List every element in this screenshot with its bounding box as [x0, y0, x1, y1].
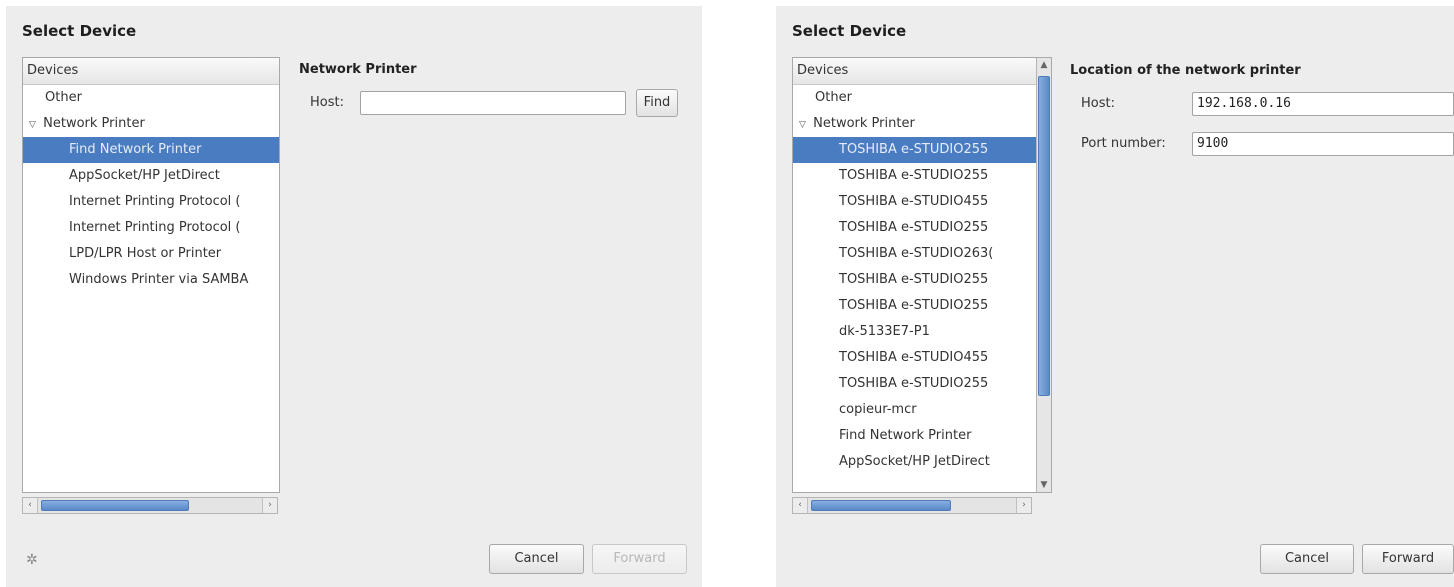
tree-row-label: AppSocket/HP JetDirect [69, 168, 220, 183]
scroll-right-icon[interactable]: › [262, 498, 277, 513]
tree-row-label: LPD/LPR Host or Printer [69, 246, 222, 261]
tree-row[interactable]: AppSocket/HP JetDirect [23, 163, 279, 189]
select-device-dialog-left: Select Device Devices Other ▽ Network Pri… [6, 6, 702, 587]
vertical-scrollbar[interactable]: ▲ ▼ [1036, 58, 1051, 492]
tree-row[interactable]: Other [793, 85, 1036, 111]
tree-row-label: TOSHIBA e-STUDIO255 [839, 272, 989, 287]
tree-row-label: TOSHIBA e-STUDIO455 [839, 194, 989, 209]
tree-row-label: Other [815, 90, 852, 105]
tree-row-label: TOSHIBA e-STUDIO263( [839, 246, 994, 261]
host-input[interactable]: 192.168.0.16 [1192, 92, 1454, 116]
tree-row-label: Network Printer [43, 116, 145, 131]
expander-icon[interactable]: ▽ [799, 112, 809, 137]
devices-column-header[interactable]: Devices [793, 58, 1036, 85]
devices-tree[interactable]: Devices Other ▽ Network Printer Find Netwo… [22, 57, 280, 493]
scroll-thumb[interactable] [811, 500, 951, 511]
scroll-left-icon[interactable]: ‹ [23, 498, 38, 513]
tree-row-label: AppSocket/HP JetDirect [839, 454, 990, 469]
tree-row-label: Internet Printing Protocol ( [69, 194, 241, 209]
tree-row[interactable]: Windows Printer via SAMBA [23, 267, 279, 293]
select-device-dialog-right: Select Device Devices ▲ ▼ Other ▽ Network… [776, 6, 1454, 587]
tree-row[interactable]: dk-5133E7-P1 [793, 319, 1036, 345]
tree-row[interactable]: Find Network Printer [793, 423, 1036, 449]
tree-row[interactable]: TOSHIBA e-STUDIO255 [793, 215, 1036, 241]
dialog-title: Select Device [792, 22, 907, 40]
devices-tree[interactable]: Devices ▲ ▼ Other ▽ Network Printer TOSHIB… [792, 57, 1052, 493]
host-label: Host: [310, 95, 344, 110]
scroll-right-icon[interactable]: › [1016, 498, 1031, 513]
tree-row[interactable]: TOSHIBA e-STUDIO255 [793, 163, 1036, 189]
tree-row[interactable]: TOSHIBA e-STUDIO455 [793, 189, 1036, 215]
tree-row-label: TOSHIBA e-STUDIO255 [839, 142, 989, 157]
cancel-button[interactable]: Cancel [1260, 544, 1354, 574]
horizontal-scrollbar[interactable]: ‹ › [792, 497, 1032, 514]
tree-row-label: copieur-mcr [839, 402, 917, 417]
forward-button[interactable]: Forward [592, 544, 687, 574]
dialog-title: Select Device [22, 22, 137, 40]
tree-row-label: Network Printer [813, 116, 915, 131]
host-input[interactable] [360, 91, 626, 115]
tree-row-label: Windows Printer via SAMBA [69, 272, 249, 287]
forward-button[interactable]: Forward [1362, 544, 1454, 574]
devices-column-header[interactable]: Devices [23, 58, 279, 85]
tree-row-label: TOSHIBA e-STUDIO255 [839, 376, 989, 391]
tree-row-label: TOSHIBA e-STUDIO255 [839, 168, 989, 183]
tree-row[interactable]: LPD/LPR Host or Printer [23, 241, 279, 267]
tree-row[interactable]: TOSHIBA e-STUDIO255 [793, 293, 1036, 319]
tree-row[interactable]: Internet Printing Protocol ( [23, 215, 279, 241]
tree-row-label: Internet Printing Protocol ( [69, 220, 241, 235]
scroll-down-icon[interactable]: ▼ [1037, 478, 1051, 492]
scroll-thumb[interactable] [41, 500, 189, 511]
tree-row[interactable]: TOSHIBA e-STUDIO255 [793, 137, 1036, 163]
tree-row-label: Other [45, 90, 82, 105]
section-title: Location of the network printer [1070, 63, 1301, 78]
tree-row[interactable]: Find Network Printer [23, 137, 279, 163]
expander-icon[interactable]: ▽ [29, 112, 39, 137]
tree-row-label: TOSHIBA e-STUDIO455 [839, 350, 989, 365]
tree-row[interactable]: Other [23, 85, 279, 111]
section-title: Network Printer [299, 62, 417, 77]
scroll-up-icon[interactable]: ▲ [1037, 58, 1051, 72]
port-number-input[interactable]: 9100 [1192, 132, 1454, 156]
tree-row[interactable]: copieur-mcr [793, 397, 1036, 423]
tree-row-label: TOSHIBA e-STUDIO255 [839, 298, 989, 313]
horizontal-scrollbar[interactable]: ‹ › [22, 497, 278, 514]
scroll-left-icon[interactable]: ‹ [793, 498, 808, 513]
cancel-button[interactable]: Cancel [489, 544, 584, 574]
tree-row[interactable]: ▽ Network Printer [793, 111, 1036, 137]
scroll-thumb[interactable] [1038, 76, 1050, 396]
host-label: Host: [1081, 96, 1115, 111]
tree-row[interactable]: ▽ Network Printer [23, 111, 279, 137]
port-number-label: Port number: [1081, 136, 1166, 151]
tree-row[interactable]: AppSocket/HP JetDirect [793, 449, 1036, 475]
tree-row-label: dk-5133E7-P1 [839, 324, 930, 339]
tree-row[interactable]: Internet Printing Protocol ( [23, 189, 279, 215]
tree-row[interactable]: TOSHIBA e-STUDIO255 [793, 267, 1036, 293]
tree-row[interactable]: TOSHIBA e-STUDIO255 [793, 371, 1036, 397]
find-button[interactable]: Find [636, 89, 678, 117]
tree-row-label: Find Network Printer [839, 428, 972, 443]
tree-row[interactable]: TOSHIBA e-STUDIO455 [793, 345, 1036, 371]
tree-row[interactable]: TOSHIBA e-STUDIO263( [793, 241, 1036, 267]
spinner-icon: ✲ [26, 552, 38, 568]
tree-row-label: TOSHIBA e-STUDIO255 [839, 220, 989, 235]
tree-row-label: Find Network Printer [69, 142, 202, 157]
